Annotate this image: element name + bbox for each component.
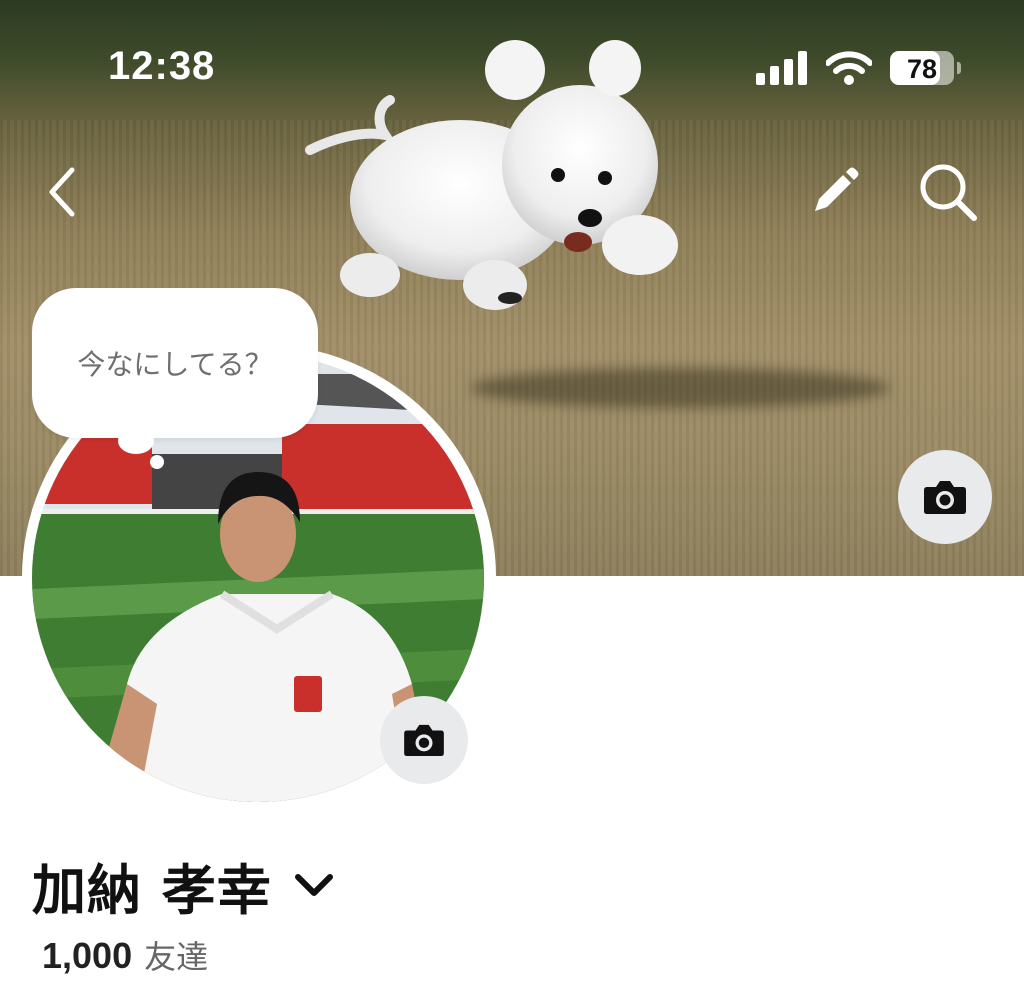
search-button[interactable] xyxy=(916,160,980,224)
profile-name: 加納 孝幸 xyxy=(32,859,272,922)
signal-icon xyxy=(756,51,807,85)
friends-label: 友達 xyxy=(144,938,209,976)
back-button[interactable] xyxy=(30,160,94,224)
status-icons: 78 xyxy=(756,48,961,88)
status-message-bubble[interactable]: 今なにしてる？ xyxy=(32,288,318,438)
bubble-tail-large xyxy=(118,428,154,454)
camera-icon xyxy=(404,724,444,757)
battery-tip xyxy=(957,62,961,74)
battery-icon: 78 xyxy=(890,51,961,85)
edit-button[interactable] xyxy=(802,160,866,224)
camera-icon xyxy=(924,481,966,514)
wifi-icon xyxy=(826,51,872,85)
friends-count: 1,000 xyxy=(42,935,133,976)
status-bar: 12:38 78 xyxy=(0,0,1024,140)
search-icon xyxy=(920,164,977,221)
avatar-camera-button[interactable] xyxy=(380,696,468,784)
chevron-down-icon xyxy=(294,873,333,896)
pencil-icon xyxy=(815,167,859,211)
status-time: 12:38 xyxy=(108,44,216,88)
battery-level: 78 xyxy=(906,54,938,84)
dog-shadow xyxy=(470,368,890,408)
cover-camera-button[interactable] xyxy=(898,450,992,544)
status-placeholder: 今なにしてる？ xyxy=(77,348,273,381)
chevron-left-icon xyxy=(49,167,75,217)
bubble-tail-small xyxy=(150,455,164,469)
friends-link[interactable]: 1,000 友達 xyxy=(42,932,208,978)
profile-name-toggle[interactable]: 加納 孝幸 xyxy=(32,846,334,925)
